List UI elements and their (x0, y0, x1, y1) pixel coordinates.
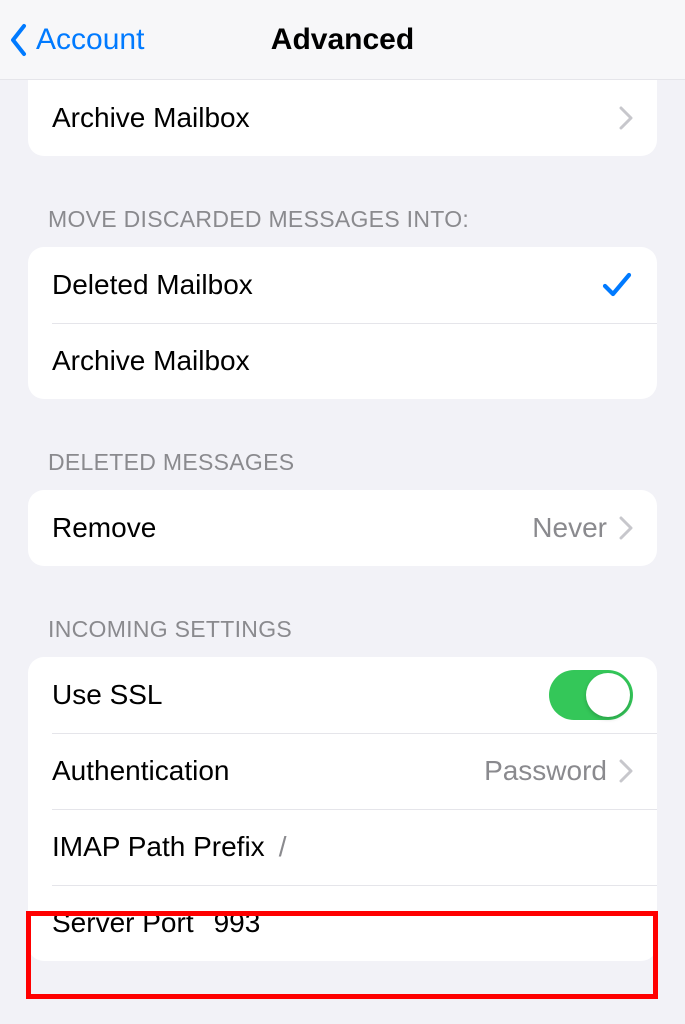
discarded-archive-row[interactable]: Archive Mailbox (28, 323, 657, 399)
use-ssl-row: Use SSL (28, 657, 657, 733)
nav-bar: Account Advanced (0, 0, 685, 80)
back-button[interactable]: Account (8, 22, 144, 58)
back-label: Account (36, 23, 144, 57)
remove-label: Remove (52, 512, 156, 544)
authentication-row[interactable]: Authentication Password (28, 733, 657, 809)
chevron-left-icon (8, 22, 30, 58)
discarded-deleted-row[interactable]: Deleted Mailbox (28, 247, 657, 323)
deleted-messages-header: Deleted Messages (28, 399, 657, 490)
chevron-right-icon (619, 759, 633, 783)
chevron-right-icon (619, 106, 633, 130)
checkmark-icon (601, 269, 633, 301)
server-port-row[interactable]: Server Port 993 (28, 885, 657, 961)
discarded-archive-label: Archive Mailbox (52, 345, 250, 377)
server-port-value: 993 (214, 907, 261, 939)
imap-path-prefix-value: / (279, 831, 287, 863)
discarded-deleted-label: Deleted Mailbox (52, 269, 253, 301)
page-title: Advanced (271, 23, 414, 57)
remove-value: Never (532, 512, 607, 544)
archive-mailbox-row[interactable]: Archive Mailbox (28, 80, 657, 156)
authentication-label: Authentication (52, 755, 229, 787)
imap-path-prefix-row[interactable]: IMAP Path Prefix / (28, 809, 657, 885)
remove-row[interactable]: Remove Never (28, 490, 657, 566)
toggle-knob (586, 673, 630, 717)
imap-path-prefix-label: IMAP Path Prefix (52, 831, 265, 863)
use-ssl-label: Use SSL (52, 679, 163, 711)
incoming-settings-header: Incoming Settings (28, 566, 657, 657)
discarded-section-header: Move Discarded Messages Into: (28, 156, 657, 247)
use-ssl-toggle[interactable] (549, 670, 633, 720)
server-port-label: Server Port (52, 907, 194, 939)
archive-mailbox-label: Archive Mailbox (52, 102, 250, 134)
authentication-value: Password (484, 755, 607, 787)
chevron-right-icon (619, 516, 633, 540)
